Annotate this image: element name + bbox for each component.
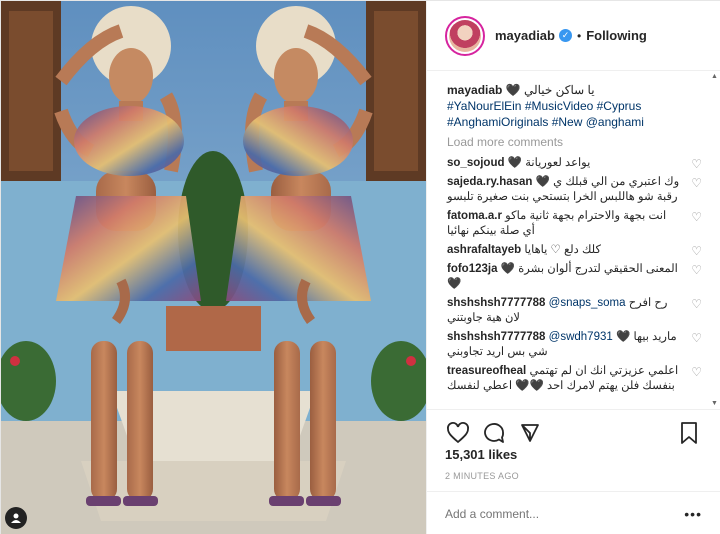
following-button[interactable]: Following <box>586 28 647 43</box>
comment-item: shshshsh7777788 @snaps_soma رح افرح لان … <box>447 296 702 326</box>
comment-username[interactable]: fatoma.a.r <box>447 210 502 222</box>
comment-username[interactable]: treasureofheal <box>447 365 526 377</box>
comments-list: mayadiab يا ساكن خيالي 🖤 #YaNourElEin #M… <box>427 72 720 408</box>
comment-icon[interactable] <box>481 420 507 446</box>
post-timestamp[interactable]: 2 MINUTES AGO <box>445 471 519 481</box>
bookmark-icon[interactable] <box>676 420 702 446</box>
post-caption: mayadiab يا ساكن خيالي 🖤 #YaNourElEin #M… <box>447 82 702 130</box>
more-options-icon[interactable]: ••• <box>684 506 702 522</box>
load-more-comments-button[interactable]: Load more comments <box>447 135 702 149</box>
comment-item: sajeda.ry.hasan وك اعتبري من الي قبلك ي … <box>447 175 702 205</box>
post-actions-bar <box>427 409 720 449</box>
post-sidebar: mayadiab ✓ • Following mayadiab يا ساكن … <box>426 1 720 534</box>
share-icon[interactable] <box>517 420 543 446</box>
comment-like-heart-icon[interactable]: ♡ <box>691 365 702 380</box>
post-image[interactable] <box>1 1 426 534</box>
comment-username[interactable]: so_sojoud <box>447 157 505 169</box>
caption-hashtags[interactable]: #YaNourElEin #MusicVideo #Cyprus #Angham… <box>447 98 702 130</box>
comment-username[interactable]: shshshsh7777788 <box>447 297 545 309</box>
comment-text: كلك دلع ♡ ياهايا <box>524 244 601 256</box>
comment-username[interactable]: fofo123ja <box>447 263 498 275</box>
comment-item: fofo123ja المعنى الحقيقي لتدرج ألوان بشر… <box>447 262 702 292</box>
comment-like-heart-icon[interactable]: ♡ <box>691 210 702 225</box>
separator-dot: • <box>576 28 582 43</box>
comment-item: shshshsh7777788 @swdh7931 ماريد بيها 🖤شي… <box>447 330 702 360</box>
comment-item: so_sojoud يواعد لعوريانة 🖤 ♡ <box>447 156 702 171</box>
scroll-down-arrow-icon[interactable]: ▼ <box>711 400 718 407</box>
comment-mention[interactable]: @swdh7931 <box>549 331 613 343</box>
comment-username[interactable]: shshshsh7777788 <box>447 331 545 343</box>
header-username[interactable]: mayadiab <box>495 28 555 43</box>
comment-like-heart-icon[interactable]: ♡ <box>691 244 702 259</box>
comment-item: fatoma.a.r انت بجهة والاحترام بجهة ثانية… <box>447 209 702 239</box>
comment-like-heart-icon[interactable]: ♡ <box>691 157 702 172</box>
comment-username[interactable]: ashrafaltayeb <box>447 244 521 256</box>
post-photo-illustration <box>1 1 426 534</box>
caption-username[interactable]: mayadiab <box>447 83 502 97</box>
scroll-up-arrow-icon[interactable]: ▲ <box>711 73 718 80</box>
comment-like-heart-icon[interactable]: ♡ <box>691 263 702 278</box>
comments-scrollbar[interactable]: ▲ ▼ <box>711 73 719 407</box>
comment-item: ashrafaltayeb كلك دلع ♡ ياهايا ♡ <box>447 243 702 258</box>
instagram-post-modal: mayadiab ✓ • Following mayadiab يا ساكن … <box>0 0 720 534</box>
comment-like-heart-icon[interactable]: ♡ <box>691 331 702 346</box>
verified-badge-icon: ✓ <box>558 29 572 42</box>
add-comment-bar: ••• <box>427 491 720 534</box>
heart-icon[interactable] <box>445 420 471 446</box>
avatar[interactable] <box>445 15 485 56</box>
comment-mention[interactable]: @snaps_soma <box>549 297 626 309</box>
comment-like-heart-icon[interactable]: ♡ <box>691 176 702 191</box>
avatar-image <box>449 19 481 52</box>
comment-username[interactable]: sajeda.ry.hasan <box>447 176 532 188</box>
comment-like-heart-icon[interactable]: ♡ <box>691 297 702 312</box>
post-header: mayadiab ✓ • Following <box>427 1 720 71</box>
comment-item: treasureofheal اعلمي عزيزتي انك ان لم ته… <box>447 364 702 394</box>
user-tag-icon[interactable] <box>5 507 27 529</box>
caption-text: يا ساكن خيالي 🖤 <box>505 83 595 97</box>
likes-count[interactable]: 15,301 likes <box>445 447 517 462</box>
comment-input[interactable] <box>445 506 685 521</box>
comment-text: يواعد لعوريانة 🖤 <box>507 157 591 169</box>
